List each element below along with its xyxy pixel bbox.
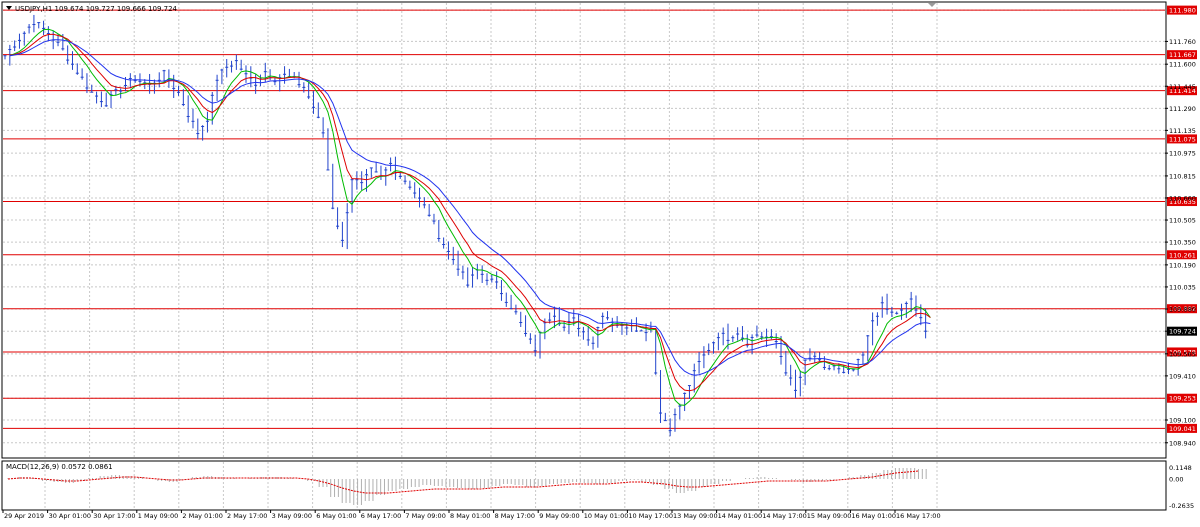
time-tick-label: 16 May 01:00: [851, 512, 896, 520]
time-axis[interactable]: 29 Apr 2019 30 Apr 01:00 30 Apr 17:00 1 May…: [2, 510, 941, 520]
time-tick-label: 8 May 01:00: [450, 512, 490, 520]
time-tick-label: 29 Apr 2019: [4, 512, 44, 520]
price-tick-label: 110.660: [1169, 194, 1196, 202]
current-price-label: 109.724: [1169, 328, 1196, 336]
time-tick-label: 13 May 09:00: [673, 512, 718, 520]
time-tick-label: 1 May 09:00: [138, 512, 178, 520]
time-tick-label: 6 May 01:00: [316, 512, 356, 520]
price-tick-label: 109.880: [1169, 305, 1196, 313]
price-tick-label: 109.100: [1169, 416, 1196, 424]
time-tick-label: 16 May 17:00: [896, 512, 941, 520]
symbol-info: USDJPY,H1 109.674 109.727 109.666 109.72…: [15, 5, 178, 13]
price-tick-label: 110.975: [1169, 150, 1196, 158]
price-level-label: 111.075: [1169, 135, 1196, 143]
chart-background: [0, 0, 1200, 523]
price-level-label: 111.667: [1169, 51, 1196, 59]
time-tick-label: 3 May 09:00: [272, 512, 312, 520]
time-tick-label: 2 May 01:00: [182, 512, 222, 520]
price-tick-label: 110.505: [1169, 217, 1196, 225]
chart-window[interactable]: 111.980 111.667 111.414 111.075 110.635 110.2…: [0, 0, 1200, 523]
time-tick-label: 15 May 09:00: [807, 512, 852, 520]
price-tick-label: 110.190: [1169, 261, 1196, 269]
macd-label: MACD(12,26,9) 0.0572 0.0861: [6, 463, 113, 471]
macd-tick-label: -0.2635: [1169, 502, 1194, 510]
price-level-label: 109.253: [1169, 395, 1196, 403]
macd-tick-label: 0.1148: [1169, 464, 1192, 472]
time-tick-label: 30 Apr 01:00: [49, 512, 91, 520]
price-level-label: 111.980: [1169, 7, 1196, 15]
time-tick-label: 10 May 01:00: [584, 512, 629, 520]
price-tick-label: 109.565: [1169, 350, 1196, 358]
price-tick-label: 111.445: [1169, 83, 1196, 91]
time-tick-label: 7 May 09:00: [405, 512, 445, 520]
price-level-label: 109.041: [1169, 425, 1196, 433]
macd-tick-label: 0.00: [1169, 476, 1183, 484]
price-tick-label: 111.290: [1169, 105, 1196, 113]
price-tick-label: 109.410: [1169, 372, 1196, 380]
price-chart[interactable]: 111.980111.667111.414111.075110.635110.2…: [0, 0, 1200, 523]
price-tick-label: 110.035: [1169, 283, 1196, 291]
price-tick-label: 108.940: [1169, 439, 1196, 447]
time-tick-label: 6 May 17:00: [361, 512, 401, 520]
time-tick-label: 2 May 17:00: [227, 512, 267, 520]
price-tick-label: 111.135: [1169, 127, 1196, 135]
time-tick-label: 10 May 17:00: [628, 512, 673, 520]
price-level-label: 110.261: [1169, 251, 1196, 259]
price-tick-label: 110.350: [1169, 239, 1196, 247]
time-tick-label: 14 May 17:00: [762, 512, 807, 520]
time-tick-label: 9 May 09:00: [539, 512, 579, 520]
time-tick-label: 30 Apr 17:00: [93, 512, 135, 520]
price-tick-label: 110.815: [1169, 172, 1196, 180]
price-tick-label: 111.600: [1169, 61, 1196, 69]
time-tick-label: 14 May 01:00: [718, 512, 763, 520]
time-tick-label: 8 May 17:00: [495, 512, 535, 520]
price-tick-label: 111.760: [1169, 38, 1196, 46]
